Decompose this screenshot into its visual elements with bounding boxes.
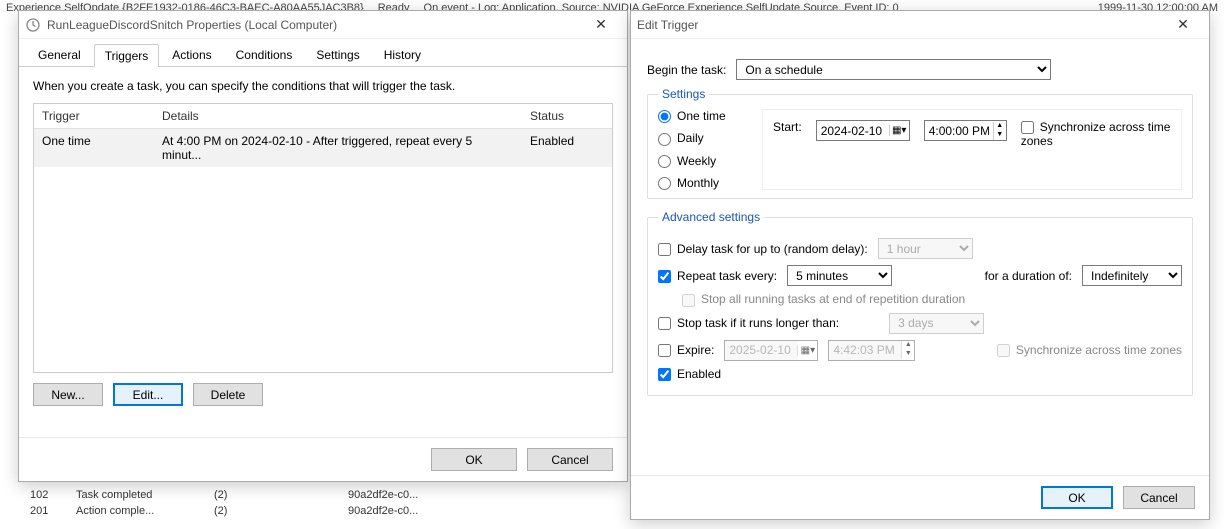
spin-down-icon[interactable]: ▼: [994, 131, 1006, 140]
delay-select: 1 hour: [878, 238, 973, 259]
dialog-title: Edit Trigger: [637, 18, 698, 32]
start-date-input[interactable]: ▦▾: [816, 120, 910, 141]
begin-task-label: Begin the task:: [647, 63, 726, 77]
stop-all-checkbox: Stop all running tasks at end of repetit…: [682, 292, 965, 306]
tab-bar: General Triggers Actions Conditions Sett…: [19, 39, 627, 67]
intro-text: When you create a task, you can specify …: [33, 79, 613, 93]
col-trigger[interactable]: Trigger: [34, 104, 154, 128]
table-header: Trigger Details Status: [34, 104, 612, 129]
cancel-button[interactable]: Cancel: [1123, 486, 1195, 509]
repeat-checkbox[interactable]: Repeat task every:: [658, 269, 777, 283]
ok-button[interactable]: OK: [431, 448, 517, 471]
start-time-input[interactable]: ▲▼: [924, 120, 1007, 141]
repeat-interval-select[interactable]: 5 minutes: [787, 265, 892, 286]
expire-time-input: ▲▼: [828, 340, 915, 361]
calendar-icon[interactable]: ▦▾: [889, 125, 909, 136]
begin-task-select[interactable]: On a schedule: [736, 59, 1051, 80]
expire-date-input: ▦▾: [724, 340, 818, 361]
ok-button[interactable]: OK: [1041, 486, 1113, 509]
radio-one-time[interactable]: One time: [658, 109, 748, 123]
task-icon: [25, 17, 41, 33]
titlebar: RunLeagueDiscordSnitch Properties (Local…: [19, 11, 627, 39]
tab-triggers[interactable]: Triggers: [94, 44, 160, 67]
close-button[interactable]: ✕: [1163, 12, 1203, 38]
tab-general[interactable]: General: [27, 43, 92, 66]
new-button[interactable]: New...: [33, 383, 103, 406]
calendar-icon: ▦▾: [797, 345, 817, 356]
cancel-button[interactable]: Cancel: [527, 448, 613, 471]
stop-longer-select: 3 days: [889, 313, 984, 334]
duration-select[interactable]: Indefinitely: [1082, 265, 1182, 286]
tab-history[interactable]: History: [373, 43, 432, 66]
tab-settings[interactable]: Settings: [305, 43, 370, 66]
tab-conditions[interactable]: Conditions: [225, 43, 304, 66]
spin-up-icon: ▲: [902, 341, 914, 350]
col-details[interactable]: Details: [154, 104, 522, 128]
edit-button[interactable]: Edit...: [113, 383, 183, 406]
delay-checkbox[interactable]: Delay task for up to (random delay):: [658, 242, 868, 256]
delete-button[interactable]: Delete: [193, 383, 263, 406]
table-row[interactable]: One time At 4:00 PM on 2024-02-10 - Afte…: [34, 129, 612, 167]
titlebar: Edit Trigger ✕: [631, 11, 1209, 39]
stop-longer-checkbox[interactable]: Stop task if it runs longer than:: [658, 316, 839, 330]
edit-trigger-dialog: Edit Trigger ✕ Begin the task: On a sche…: [630, 10, 1210, 520]
dialog-title: RunLeagueDiscordSnitch Properties (Local…: [47, 18, 337, 32]
sync-tz-checkbox[interactable]: Synchronize across time zones: [1021, 120, 1171, 148]
expire-sync-checkbox: Synchronize across time zones: [997, 343, 1182, 357]
trigger-table[interactable]: Trigger Details Status One time At 4:00 …: [33, 103, 613, 373]
spin-up-icon[interactable]: ▲: [994, 122, 1006, 131]
schedule-radio-group: One time Daily Weekly Monthly: [658, 109, 748, 190]
col-status[interactable]: Status: [522, 104, 612, 128]
start-label: Start:: [773, 120, 802, 134]
spin-down-icon: ▼: [902, 350, 914, 359]
enabled-checkbox[interactable]: Enabled: [658, 367, 721, 381]
tab-actions[interactable]: Actions: [161, 43, 222, 66]
radio-daily[interactable]: Daily: [658, 131, 748, 145]
bg-event-list: 102Task completed(2)90a2df2e-c0... 201Ac…: [30, 487, 418, 519]
task-properties-dialog: RunLeagueDiscordSnitch Properties (Local…: [18, 10, 628, 482]
radio-weekly[interactable]: Weekly: [658, 154, 748, 168]
advanced-legend: Advanced settings: [658, 210, 764, 224]
close-button[interactable]: ✕: [581, 12, 621, 38]
radio-monthly[interactable]: Monthly: [658, 176, 748, 190]
settings-legend: Settings: [658, 87, 709, 101]
duration-label: for a duration of:: [985, 269, 1072, 283]
expire-checkbox[interactable]: Expire:: [658, 343, 714, 357]
